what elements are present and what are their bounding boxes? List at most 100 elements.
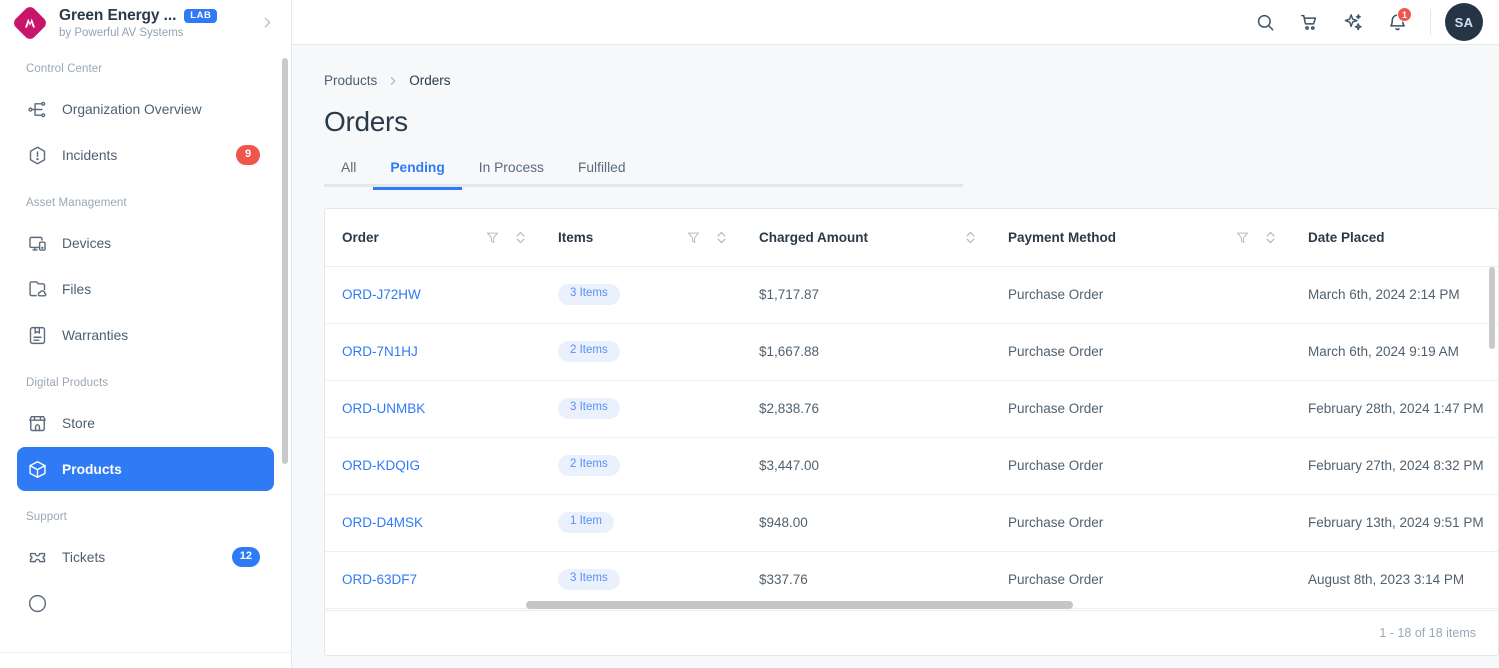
cell-items: 1 Item <box>541 494 742 552</box>
tab-in-process[interactable]: In Process <box>462 160 561 187</box>
orders-table-body: ORD-J72HW 3 Items $1,717.87 Purchase Ord… <box>325 266 1498 609</box>
sidebar-divider <box>0 652 291 653</box>
cell-payment-method: Purchase Order <box>991 437 1291 495</box>
sort-icon-charged-amount[interactable] <box>964 230 977 245</box>
sidebar-item-label: Files <box>62 281 92 297</box>
alert-hexagon-icon <box>26 144 48 166</box>
col-header-charged-amount: Charged Amount <box>742 209 991 267</box>
page-title: Orders <box>324 106 408 137</box>
col-header-items: Items <box>541 209 742 267</box>
order-link[interactable]: ORD-UNMBK <box>342 401 425 416</box>
scrollbar-thumb-horizontal[interactable] <box>526 601 1073 609</box>
items-badge: 3 Items <box>558 284 620 305</box>
sidebar-item-label: Organization Overview <box>62 101 202 117</box>
chevron-right-icon[interactable] <box>257 14 277 31</box>
sidebar-scrollbar[interactable] <box>282 58 288 464</box>
cell-charged-amount: $948.00 <box>742 494 991 552</box>
items-badge: 2 Items <box>558 341 620 362</box>
col-header-label: Date Placed <box>1308 229 1385 245</box>
filter-icon-payment-method[interactable] <box>1235 230 1250 245</box>
order-link[interactable]: ORD-KDQIG <box>342 458 420 473</box>
breadcrumb-current: Orders <box>409 73 451 88</box>
bell-icon[interactable]: 1 <box>1378 3 1416 41</box>
cell-payment-method: Purchase Order <box>991 380 1291 438</box>
sidebar-item-store[interactable]: Store <box>17 401 274 445</box>
sidebar: Green Energy ... LAB by Powerful AV Syst… <box>0 0 292 668</box>
search-icon[interactable] <box>1246 3 1284 41</box>
cell-order: ORD-UNMBK <box>325 380 541 438</box>
sparkles-icon[interactable] <box>1334 3 1372 41</box>
lab-badge: LAB <box>184 8 218 23</box>
col-header-label: Order <box>342 229 379 245</box>
sidebar-item-products[interactable]: Products <box>17 447 274 491</box>
cell-order: ORD-J72HW <box>325 266 541 324</box>
cell-charged-amount: $1,667.88 <box>742 323 991 381</box>
shopping-cart-icon[interactable] <box>1290 3 1328 41</box>
nav-group-label-digital-products: Digital Products <box>26 377 109 389</box>
workspace-title: Green Energy ... <box>59 6 177 24</box>
breadcrumb: Products Orders <box>324 73 1499 88</box>
tickets-count-badge: 12 <box>231 547 260 567</box>
filter-icon-items[interactable] <box>686 230 701 245</box>
order-link[interactable]: ORD-J72HW <box>342 287 421 302</box>
cell-date-placed: February 27th, 2024 8:32 PM <box>1291 437 1498 495</box>
nav-group-label-asset-management: Asset Management <box>26 197 127 209</box>
cell-date-placed: March 6th, 2024 2:14 PM <box>1291 266 1498 324</box>
sidebar-item-warranties[interactable]: Warranties <box>17 313 274 357</box>
cell-items: 2 Items <box>541 437 742 495</box>
table-row[interactable]: ORD-D4MSK 1 Item $948.00 Purchase Order … <box>325 494 1498 552</box>
tab-fulfilled[interactable]: Fulfilled <box>561 160 643 187</box>
pagination-count: 1 - 18 of 18 items <box>1379 626 1476 640</box>
table-row[interactable]: ORD-UNMBK 3 Items $2,838.76 Purchase Ord… <box>325 380 1498 438</box>
tab-pending[interactable]: Pending <box>373 160 463 190</box>
sort-icon-order[interactable] <box>514 230 527 245</box>
workspace-text: Green Energy ... LAB by Powerful AV Syst… <box>59 7 246 39</box>
workspace-subtitle: by Powerful AV Systems <box>59 26 184 39</box>
sidebar-item-label: Incidents <box>62 147 118 163</box>
col-header-label: Payment Method <box>1008 229 1117 245</box>
table-row[interactable]: ORD-7N1HJ 2 Items $1,667.88 Purchase Ord… <box>325 323 1498 381</box>
cell-items: 3 Items <box>541 380 742 438</box>
table-horizontal-scrollbar[interactable] <box>325 599 1498 610</box>
sidebar-item-label: Tickets <box>62 549 106 565</box>
tab-all[interactable]: All <box>324 160 373 187</box>
table-vertical-scrollbar[interactable] <box>1489 267 1495 349</box>
help-circle-icon <box>26 592 48 614</box>
order-link[interactable]: ORD-7N1HJ <box>342 344 418 359</box>
topbar-divider <box>1430 9 1431 35</box>
table-row[interactable]: ORD-KDQIG 2 Items $3,447.00 Purchase Ord… <box>325 437 1498 495</box>
incidents-count-badge: 9 <box>236 145 260 165</box>
cell-charged-amount: $2,838.76 <box>742 380 991 438</box>
sidebar-item-tickets[interactable]: Tickets 12 <box>17 535 274 579</box>
warranty-bookmark-icon <box>26 324 48 346</box>
sort-icon-items[interactable] <box>715 230 728 245</box>
items-badge: 1 Item <box>558 512 614 533</box>
sidebar-item-files[interactable]: Files <box>17 267 274 311</box>
nav-group-label-control-center: Control Center <box>26 63 103 75</box>
sidebar-item-partial-cutoff[interactable] <box>17 581 274 625</box>
sidebar-item-organization-overview[interactable]: Organization Overview <box>17 87 274 131</box>
page-content: Products Orders Orders All Pending In Pr… <box>292 45 1499 668</box>
filter-icon-order[interactable] <box>485 230 500 245</box>
order-link[interactable]: ORD-63DF7 <box>342 572 417 587</box>
workspace-switcher[interactable]: Green Energy ... LAB by Powerful AV Syst… <box>0 0 291 45</box>
sidebar-item-label: Products <box>62 461 122 477</box>
orders-table-card: Order Items Charged Amount Payment Metho… <box>324 208 1499 656</box>
chevron-right-icon <box>386 74 400 88</box>
sidebar-item-incidents[interactable]: Incidents 9 <box>17 133 274 177</box>
cell-date-placed: February 28th, 2024 1:47 PM <box>1291 380 1498 438</box>
sidebar-item-devices[interactable]: Devices <box>17 221 274 265</box>
cell-date-placed: February 13th, 2024 9:51 PM <box>1291 494 1498 552</box>
col-header-label: Charged Amount <box>759 229 868 245</box>
sidebar-item-label: Devices <box>62 235 112 251</box>
items-badge: 2 Items <box>558 455 620 476</box>
av-logo-icon <box>12 5 48 41</box>
avatar[interactable]: SA <box>1445 3 1483 41</box>
sort-icon-payment-method[interactable] <box>1264 230 1277 245</box>
table-row[interactable]: ORD-J72HW 3 Items $1,717.87 Purchase Ord… <box>325 266 1498 324</box>
nav-group-label-support: Support <box>26 511 67 523</box>
sidebar-item-label: Warranties <box>62 327 129 343</box>
cell-order: ORD-7N1HJ <box>325 323 541 381</box>
breadcrumb-parent[interactable]: Products <box>324 73 377 88</box>
order-link[interactable]: ORD-D4MSK <box>342 515 423 530</box>
